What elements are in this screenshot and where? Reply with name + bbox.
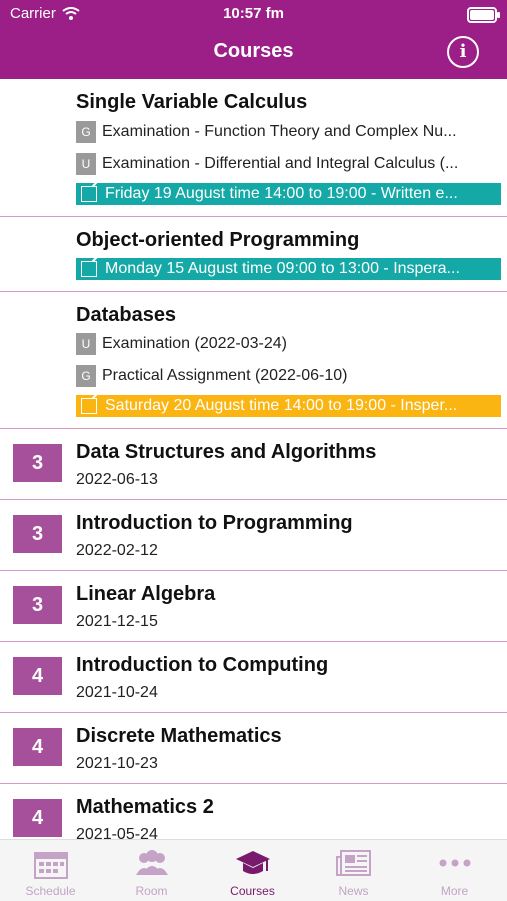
battery-icon — [467, 7, 500, 23]
people-icon — [135, 850, 168, 875]
completed-course-item[interactable]: 3 Data Structures and Algorithms 2022-06… — [0, 429, 507, 500]
tab-label: More — [440, 884, 469, 898]
course-name: Mathematics 2 — [76, 796, 214, 818]
course-item[interactable]: Object-oriented Programming Monday 15 Au… — [0, 217, 507, 292]
course-name: Single Variable Calculus — [76, 91, 308, 113]
course-name: Data Structures and Algorithms — [76, 441, 377, 463]
course-item[interactable]: Single Variable Calculus G Examination - … — [0, 79, 507, 217]
grade-badge: G — [76, 365, 96, 387]
course-date: 2022-06-13 — [76, 471, 158, 488]
status-bar: Carrier 10:57 fm — [0, 0, 507, 28]
calendar-icon — [33, 852, 68, 879]
grade-badge: 4 — [13, 657, 62, 695]
exam-banner[interactable]: Monday 15 August time 09:00 to 13:00 - I… — [76, 258, 501, 280]
tab-news[interactable]: News — [303, 840, 404, 901]
exam-label: Saturday 20 August time 14:00 to 19:00 -… — [105, 397, 458, 414]
edit-icon — [81, 186, 97, 202]
grade-badge: 3 — [13, 444, 62, 482]
grade-badge: G — [76, 121, 96, 143]
course-name: Discrete Mathematics — [76, 725, 282, 747]
course-date: 2021-12-15 — [76, 613, 158, 630]
edit-icon — [81, 261, 97, 277]
course-name: Databases — [76, 304, 177, 326]
exam-banner[interactable]: Saturday 20 August time 14:00 to 19:00 -… — [76, 395, 501, 417]
course-name: Introduction to Computing — [76, 654, 329, 676]
exam-label: Monday 15 August time 09:00 to 13:00 - I… — [105, 260, 460, 277]
app-header: Carrier 10:57 fm Courses i — [0, 0, 507, 79]
component-label: Practical Assignment (2022-06-10) — [102, 367, 348, 384]
course-date: 2021-05-24 — [76, 826, 158, 839]
edit-icon — [81, 398, 97, 414]
tab-schedule[interactable]: Schedule — [0, 840, 101, 901]
info-icon[interactable]: i — [447, 36, 479, 68]
course-name: Introduction to Programming — [76, 512, 353, 534]
course-component: G Examination - Function Theory and Compl… — [76, 120, 501, 144]
grade-badge: 3 — [13, 515, 62, 553]
course-name: Object-oriented Programming — [76, 229, 360, 251]
course-list: Single Variable Calculus G Examination - … — [0, 79, 507, 839]
grade-badge: U — [76, 153, 96, 175]
graduation-cap-icon — [235, 851, 270, 874]
completed-course-item[interactable]: 4 Discrete Mathematics 2021-10-23 — [0, 713, 507, 784]
course-item[interactable]: Databases U Examination (2022-03-24) G Pra… — [0, 292, 507, 429]
component-label: Examination - Differential and Integral … — [102, 155, 459, 172]
course-component: G Practical Assignment (2022-06-10) — [76, 364, 501, 388]
completed-course-item[interactable]: 4 Mathematics 2 2021-05-24 — [0, 784, 507, 839]
page-title: Courses — [213, 40, 294, 62]
grade-badge: 4 — [13, 728, 62, 766]
grade-badge: 3 — [13, 586, 62, 624]
completed-course-item[interactable]: 3 Linear Algebra 2021-12-15 — [0, 571, 507, 642]
course-component: U Examination (2022-03-24) — [76, 332, 501, 356]
tab-room[interactable]: Room — [101, 840, 202, 901]
component-label: Examination (2022-03-24) — [102, 335, 287, 352]
course-name: Linear Algebra — [76, 583, 216, 605]
tab-label: News — [338, 884, 369, 898]
tab-courses[interactable]: Courses — [202, 840, 303, 901]
grade-badge: 4 — [13, 799, 62, 837]
grade-badge: U — [76, 333, 96, 355]
more-dots-icon — [439, 859, 470, 867]
tab-label: Room — [135, 884, 168, 898]
tab-bar: Schedule Room Courses News More — [0, 839, 507, 901]
completed-course-item[interactable]: 3 Introduction to Programming 2022-02-12 — [0, 500, 507, 571]
component-label: Examination - Function Theory and Comple… — [102, 123, 457, 140]
exam-banner[interactable]: Friday 19 August time 14:00 to 19:00 - W… — [76, 183, 501, 205]
tab-label: Courses — [230, 884, 275, 898]
course-date: 2021-10-24 — [76, 684, 158, 701]
tab-label: Schedule — [25, 884, 76, 898]
course-date: 2022-02-12 — [76, 542, 158, 559]
newspaper-icon — [335, 850, 371, 876]
exam-label: Friday 19 August time 14:00 to 19:00 - W… — [105, 185, 458, 202]
course-date: 2021-10-23 — [76, 755, 158, 772]
status-time: 10:57 fm — [223, 5, 284, 22]
course-component: U Examination - Differential and Integral… — [76, 152, 501, 176]
completed-course-item[interactable]: 4 Introduction to Computing 2021-10-24 — [0, 642, 507, 713]
tab-more[interactable]: More — [404, 840, 505, 901]
